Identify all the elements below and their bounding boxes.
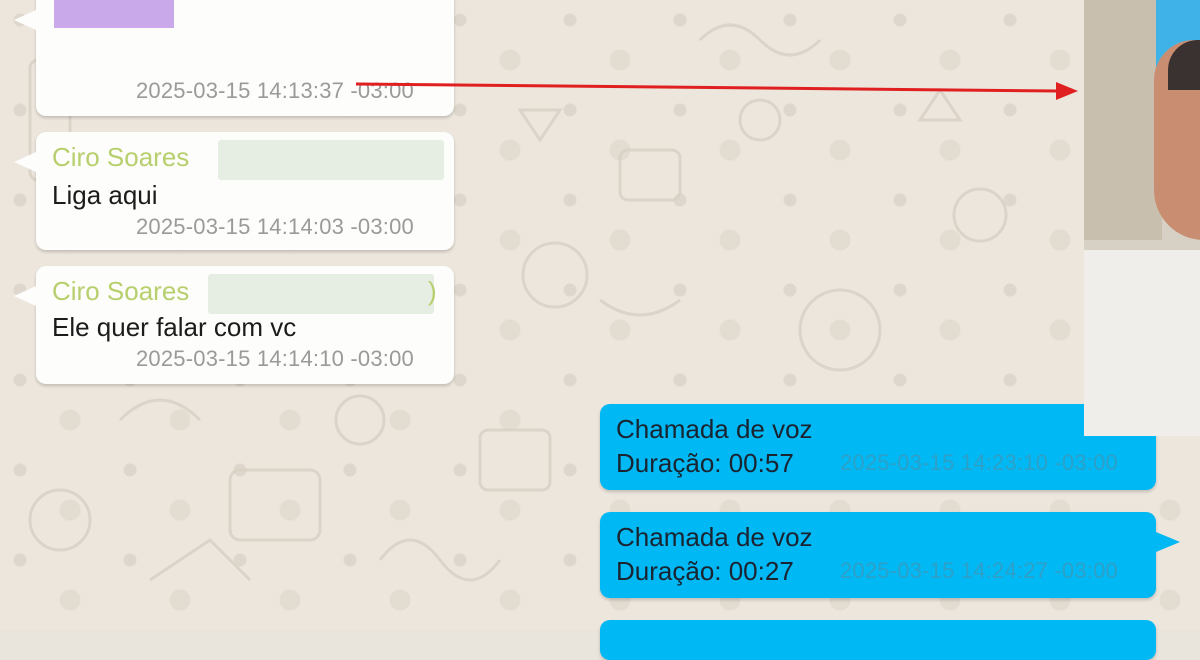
arrow-right-icon xyxy=(355,82,1078,100)
